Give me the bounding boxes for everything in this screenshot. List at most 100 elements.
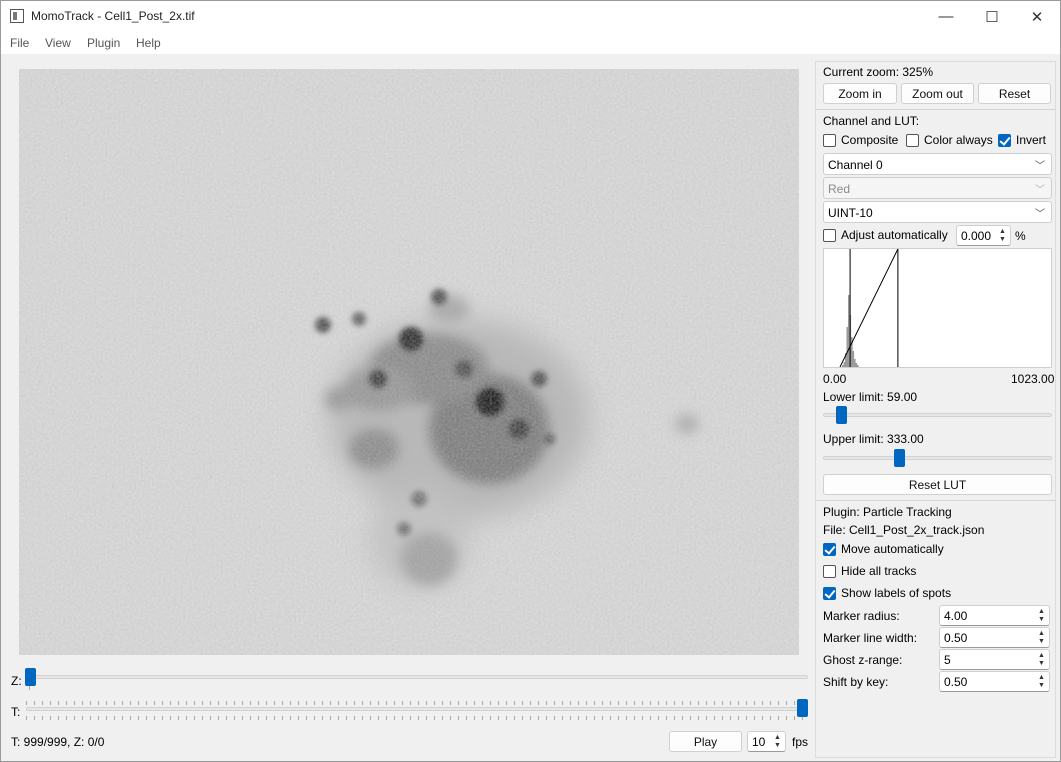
fps-value: 10 (752, 735, 766, 749)
histogram[interactable] (823, 248, 1052, 368)
stepper-down-icon[interactable]: ▼ (1036, 638, 1047, 645)
zoom-text: Current zoom: 325% (823, 65, 934, 79)
histogram-bar (855, 363, 858, 367)
upper-limit-track[interactable] (823, 456, 1052, 460)
stepper-up-icon[interactable]: ▲ (1036, 674, 1047, 681)
checkbox-icon (823, 228, 836, 242)
histogram-bar (852, 351, 855, 367)
stepper-down-icon[interactable]: ▼ (1036, 616, 1047, 623)
ghost-z-stepper[interactable]: ▲ ▼ (1036, 652, 1047, 667)
ghost-z-label: Ghost z-range: (823, 653, 903, 667)
stepper-up-icon[interactable]: ▲ (1036, 652, 1047, 659)
menu-help[interactable]: Help (136, 36, 161, 50)
maximize-button[interactable]: ☐ (969, 1, 1015, 32)
stepper-up-icon[interactable]: ▲ (997, 228, 1008, 235)
adjust-auto-label: Adjust automatically (841, 228, 948, 242)
invert-label: Invert (1016, 133, 1047, 147)
composite-label: Composite (841, 133, 899, 147)
depth-select[interactable]: UINT-10 ﹀ (823, 201, 1052, 223)
lower-limit-track[interactable] (823, 413, 1052, 417)
image-canvas[interactable] (19, 69, 799, 655)
app-window: MomoTrack - Cell1_Post_2x.tif — ☐ ✕ File… (0, 0, 1061, 762)
ghost-z-spinbox[interactable]: 5 ▲ ▼ (939, 649, 1050, 670)
menu-file[interactable]: File (10, 36, 29, 50)
hide-tracks-label: Hide all tracks (841, 564, 917, 578)
color-always-label: Color always (924, 133, 993, 147)
channel-select-value: Channel 0 (828, 158, 883, 172)
channel-select[interactable]: Channel 0 ﹀ (823, 153, 1052, 175)
t-slider-label: T: (11, 705, 21, 719)
z-slider-label: Z: (11, 674, 22, 688)
status-text: T: 999/999, Z: 0/0 (11, 735, 105, 749)
invert-checkbox[interactable]: Invert (998, 133, 1046, 147)
adjust-stepper[interactable]: ▲ ▼ (997, 228, 1008, 243)
adjust-auto-checkbox[interactable]: Adjust automatically (823, 228, 948, 242)
composite-checkbox[interactable]: Composite (823, 133, 898, 147)
show-labels-checkbox[interactable]: Show labels of spots (823, 586, 951, 600)
reset-lut-button[interactable]: Reset LUT (823, 474, 1052, 495)
color-always-checkbox[interactable]: Color always (906, 133, 993, 147)
channel-lut-title: Channel and LUT: (823, 114, 920, 128)
hide-tracks-checkbox[interactable]: Hide all tracks (823, 564, 916, 578)
fps-stepper[interactable]: ▲ ▼ (772, 734, 783, 749)
stepper-up-icon[interactable]: ▲ (772, 734, 783, 741)
zoom-in-button[interactable]: Zoom in (823, 83, 897, 104)
checkbox-icon (906, 133, 919, 147)
histogram-min: 0.00 (823, 372, 847, 386)
lower-limit-label: Lower limit: 59.00 (823, 390, 918, 404)
depth-select-value: UINT-10 (828, 206, 873, 220)
t-slider-track[interactable] (26, 707, 808, 711)
marker-radius-label: Marker radius: (823, 609, 900, 623)
zoom-reset-button[interactable]: Reset (978, 83, 1051, 104)
title-bar: MomoTrack - Cell1_Post_2x.tif (1, 1, 1060, 32)
shift-key-spinbox[interactable]: 0.50 ▲ ▼ (939, 671, 1050, 692)
marker-radius-spinbox[interactable]: 4.00 ▲ ▼ (939, 605, 1050, 626)
divider (816, 109, 1055, 110)
chevron-down-icon: ﹀ (1035, 161, 1045, 172)
menu-view[interactable]: View (45, 36, 71, 50)
zoom-out-button[interactable]: Zoom out (901, 83, 974, 104)
minimize-icon-alt: — (938, 8, 954, 25)
shift-key-value: 0.50 (944, 675, 968, 689)
stepper-up-icon[interactable]: ▲ (1036, 608, 1047, 615)
checkbox-icon (823, 542, 836, 556)
window-title: MomoTrack - Cell1_Post_2x.tif (31, 9, 195, 23)
t-slider-ticks-bottom (26, 716, 808, 720)
fps-spinbox[interactable]: 10 ▲ ▼ (747, 731, 786, 752)
t-slider-handle[interactable] (797, 699, 808, 717)
shift-key-stepper[interactable]: ▲ ▼ (1036, 674, 1047, 689)
move-auto-checkbox[interactable]: Move automatically (823, 542, 944, 556)
histogram-bar (857, 365, 859, 367)
stepper-down-icon[interactable]: ▼ (772, 742, 783, 749)
upper-limit-handle[interactable] (893, 449, 905, 467)
checkbox-icon (998, 133, 1011, 147)
marker-line-spinbox[interactable]: 0.50 ▲ ▼ (939, 627, 1050, 648)
chevron-down-icon: ﹀ (1035, 185, 1045, 196)
histogram-plot (839, 248, 899, 368)
fps-unit: fps (792, 735, 809, 749)
adjust-unit: % (1015, 229, 1026, 243)
chevron-down-icon: ﹀ (1035, 209, 1045, 220)
marker-radius-stepper[interactable]: ▲ ▼ (1036, 608, 1047, 623)
histogram-bar (843, 362, 846, 367)
ghost-z-value: 5 (944, 653, 951, 667)
lower-limit-handle[interactable] (835, 406, 847, 424)
play-button[interactable]: Play (669, 731, 742, 752)
track-file-text: File: Cell1_Post_2x_track.json (823, 523, 985, 537)
stepper-down-icon[interactable]: ▼ (997, 236, 1008, 243)
move-auto-label: Move automatically (841, 542, 944, 556)
shift-key-label: Shift by key: (823, 675, 889, 689)
marker-line-label: Marker line width: (823, 631, 918, 645)
z-slider-track[interactable] (26, 675, 808, 679)
adjust-spinbox[interactable]: 0.000 ▲ ▼ (956, 225, 1011, 246)
marker-line-stepper[interactable]: ▲ ▼ (1036, 630, 1047, 645)
maximize-icon: ☐ (985, 8, 999, 26)
stepper-up-icon[interactable]: ▲ (1036, 630, 1047, 637)
stepper-down-icon[interactable]: ▼ (1036, 682, 1047, 689)
z-slider-handle[interactable] (25, 668, 36, 686)
menu-plugin[interactable]: Plugin (87, 36, 120, 50)
close-button[interactable]: ✕ (1014, 1, 1060, 32)
histogram-bar (842, 365, 844, 367)
stepper-down-icon[interactable]: ▼ (1036, 660, 1047, 667)
minimize-button-alt[interactable]: — (923, 1, 969, 32)
